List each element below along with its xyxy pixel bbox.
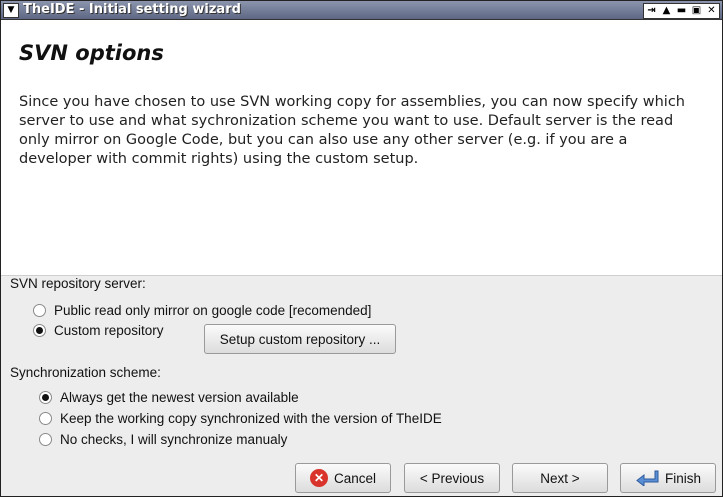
previous-label: < Previous: [419, 470, 485, 486]
setup-custom-repository-button[interactable]: Setup custom repository ...: [204, 324, 396, 354]
sync-option-newest-label: Always get the newest version available: [60, 390, 299, 405]
radio-button[interactable]: [39, 412, 52, 425]
sync-option-keep-label: Keep the working copy synchronized with …: [60, 411, 442, 426]
minimize-icon[interactable]: ▬: [674, 4, 689, 18]
window-title: TheIDE - Initial setting wizard: [23, 2, 241, 17]
setup-custom-repository-label: Setup custom repository ...: [219, 331, 381, 347]
radio-button-selected[interactable]: [33, 324, 46, 337]
title-bar[interactable]: ▼ TheIDE - Initial setting wizard ⇥ ▲ ▬ …: [1, 1, 722, 20]
wizard-window: ▼ TheIDE - Initial setting wizard ⇥ ▲ ▬ …: [0, 0, 723, 497]
chevron-down-icon[interactable]: ▼: [3, 3, 19, 18]
finish-label: Finish: [664, 470, 701, 486]
previous-button[interactable]: < Previous: [404, 463, 500, 493]
next-label: Next >: [540, 470, 580, 486]
radio-button[interactable]: [39, 433, 52, 446]
close-icon[interactable]: ✕: [704, 4, 719, 18]
header-panel: SVN options Since you have chosen to use…: [1, 20, 722, 276]
server-option-public[interactable]: Public read only mirror on google code […: [33, 303, 371, 318]
page-title: SVN options: [19, 41, 164, 65]
sync-option-newest[interactable]: Always get the newest version available: [39, 390, 299, 405]
maximize-up-icon[interactable]: ▲: [659, 4, 674, 18]
server-label: SVN repository server:: [10, 276, 146, 291]
pin-icon[interactable]: ⇥: [644, 4, 659, 18]
cancel-button[interactable]: ✕ Cancel: [295, 463, 391, 493]
sync-option-manual[interactable]: No checks, I will synchronize manualy: [39, 432, 287, 447]
finish-arrow-icon: [636, 470, 659, 486]
server-option-public-label: Public read only mirror on google code […: [54, 303, 372, 318]
cancel-label: Cancel: [333, 470, 377, 486]
sync-option-keep[interactable]: Keep the working copy synchronized with …: [39, 411, 442, 426]
finish-button[interactable]: Finish: [620, 463, 716, 493]
next-button[interactable]: Next >: [512, 463, 608, 493]
radio-button[interactable]: [33, 304, 46, 317]
description-text: Since you have chosen to use SVN working…: [19, 94, 685, 167]
server-option-custom[interactable]: Custom repository: [33, 323, 164, 338]
server-option-custom-label: Custom repository: [54, 323, 164, 338]
radio-button-selected[interactable]: [39, 391, 52, 404]
sync-label: Synchronization scheme:: [10, 365, 161, 380]
sync-option-manual-label: No checks, I will synchronize manualy: [60, 432, 288, 447]
window-controls: ⇥ ▲ ▬ ▣ ✕: [643, 3, 720, 19]
restore-icon[interactable]: ▣: [689, 4, 704, 18]
cancel-icon: ✕: [309, 469, 328, 487]
